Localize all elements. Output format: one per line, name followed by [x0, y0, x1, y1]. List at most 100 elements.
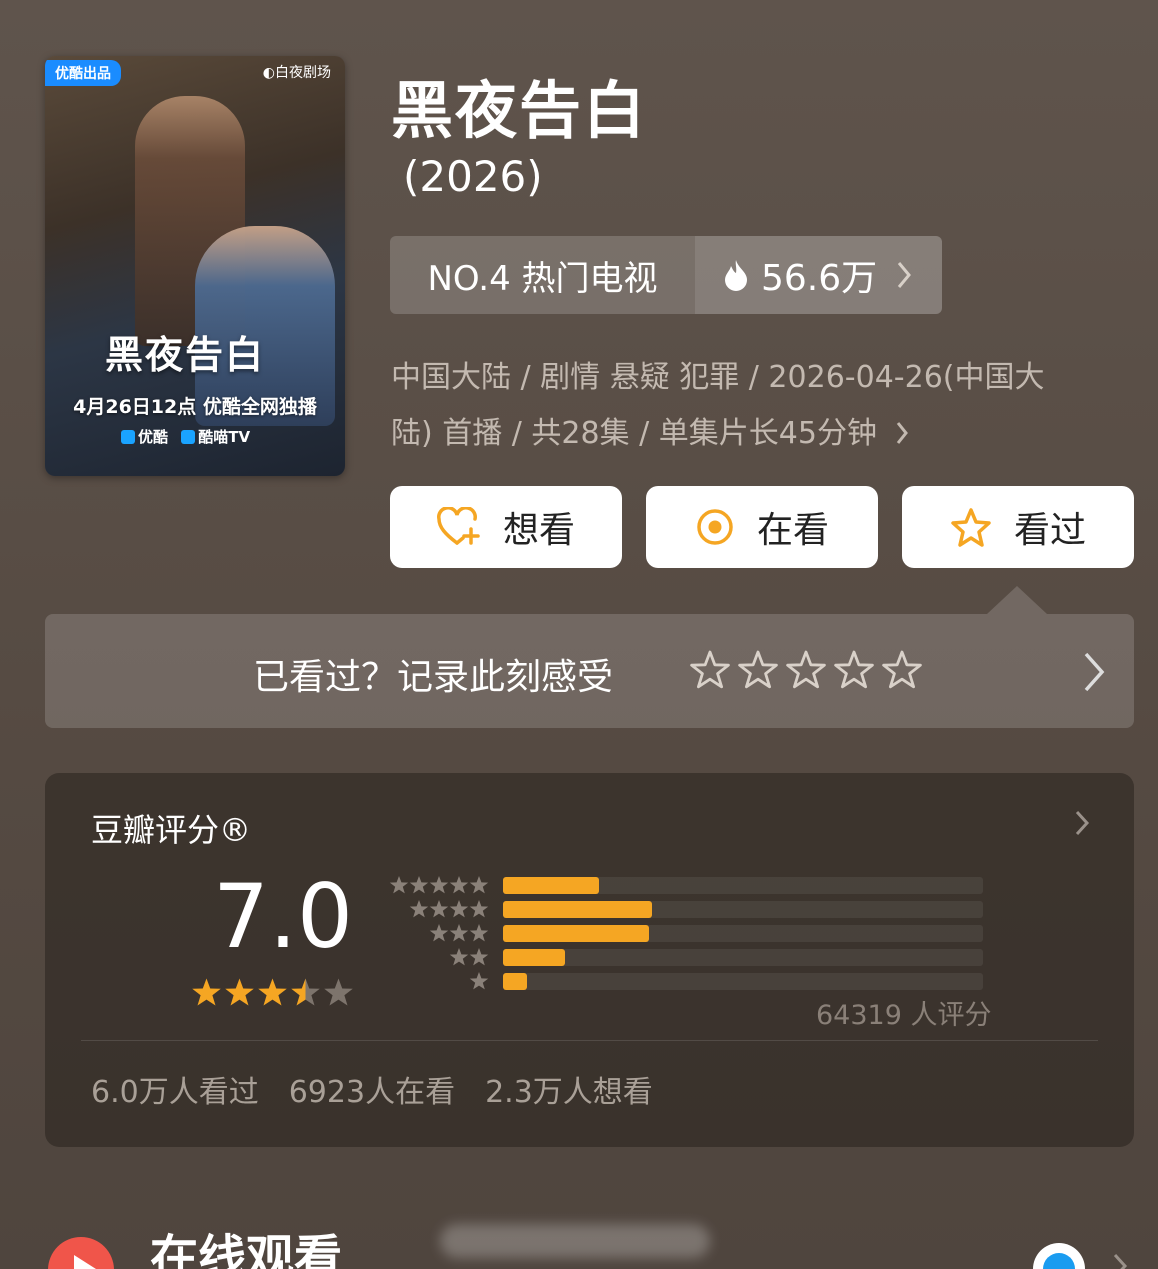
want-button[interactable]: 想看 [390, 486, 622, 568]
chevron-right-icon [896, 422, 908, 444]
rank-label: NO.4 热门电视 [427, 258, 658, 299]
distribution-bar [503, 948, 566, 966]
meta-line-2: 陆) 首播 / 共28集 / 单集片长45分钟 [391, 406, 1121, 462]
distribution-bar [503, 972, 527, 990]
star-outline-icon [882, 650, 922, 689]
want-label: 想看 [502, 510, 575, 551]
watching-count: 6923人在看 [288, 1075, 456, 1110]
rating-stars [191, 977, 354, 1008]
star-icon [324, 978, 353, 1006]
show-year: (2026) [403, 152, 543, 201]
chevron-right-icon [1075, 810, 1090, 836]
star-icon [469, 924, 489, 942]
blurred-watermark [440, 1224, 710, 1258]
poster-badge: 优酷出品 [45, 60, 121, 86]
distribution-bar [503, 876, 599, 894]
watched-count: 6.0万人看过 [91, 1075, 259, 1110]
star-icon [409, 900, 429, 918]
kumiao-icon [181, 430, 196, 444]
star-icon [950, 507, 992, 547]
distribution-track [503, 948, 983, 966]
star-icon [389, 876, 409, 894]
rating-input-stars[interactable] [690, 650, 922, 690]
star-icon [291, 978, 320, 1006]
row-stars [385, 947, 489, 967]
rating-distribution [385, 873, 983, 993]
star-icon [409, 876, 429, 894]
online-watch-section[interactable]: 在线观看 [0, 1210, 1158, 1269]
heat-value: 56.6万 [761, 258, 878, 299]
star-icon [469, 876, 489, 894]
online-title: 在线观看 [150, 1230, 343, 1269]
star-icon [449, 876, 469, 894]
row-stars [385, 923, 489, 943]
distribution-row-2 [385, 945, 983, 969]
meta-line-1: 中国大陆 / 剧情 悬疑 犯罪 / 2026-04-26(中国大 [391, 360, 1045, 395]
target-icon [695, 507, 735, 547]
star-icon [449, 924, 469, 942]
star-icon [258, 978, 287, 1006]
distribution-row-3 [385, 921, 983, 945]
star-icon [429, 876, 449, 894]
chevron-right-icon [1113, 1253, 1128, 1269]
distribution-track [503, 972, 983, 990]
poster-title: 黑夜告白 [105, 332, 266, 377]
row-stars [385, 875, 489, 895]
youku-icon [121, 430, 135, 444]
play-icon [48, 1237, 114, 1269]
distribution-track [503, 876, 983, 894]
star-icon [469, 972, 489, 990]
divider [81, 1040, 1098, 1041]
distribution-track [503, 900, 983, 918]
panel-pointer [987, 586, 1047, 614]
rating-count: 64319 人评分 [816, 1000, 992, 1031]
star-outline-icon [690, 650, 730, 689]
star-icon [469, 900, 489, 918]
watching-label: 在看 [756, 510, 829, 551]
star-icon [449, 900, 469, 918]
poster-platform-kumiao: 酷喵TV [198, 428, 251, 446]
record-feeling-panel[interactable]: 已看过？记录此刻感受 [45, 586, 1134, 728]
star-icon [192, 978, 221, 1006]
flame-icon [725, 260, 747, 291]
poster-premiere: 4月26日12点 优酷全网独播 [73, 396, 317, 418]
distribution-row-1 [385, 969, 983, 993]
star-icon [449, 948, 469, 966]
rating-label: 豆瓣评分® [91, 811, 252, 849]
rank-badge[interactable]: NO.4 热门电视 56.6万 [390, 236, 942, 314]
record-prompt: 已看过？记录此刻感受 [253, 657, 614, 698]
platform-icon[interactable] [1033, 1243, 1085, 1269]
poster-image[interactable]: 优酷出品 ◐白夜剧场 黑夜告白 4月26日12点 优酷全网独播 优酷 酷喵TV [45, 56, 345, 476]
distribution-row-5 [385, 873, 983, 897]
row-stars [385, 899, 489, 919]
poster-studio-logo: ◐白夜剧场 [262, 65, 331, 81]
show-meta[interactable]: 中国大陆 / 剧情 悬疑 犯罪 / 2026-04-26(中国大 陆) 首播 /… [391, 350, 1121, 462]
audience-stats: 6.0万人看过 6923人在看 2.3万人想看 [91, 1067, 653, 1111]
star-icon [429, 900, 449, 918]
distribution-bar [503, 900, 652, 918]
poster-platform-youku: 优酷 [138, 428, 169, 446]
star-icon [469, 948, 489, 966]
watched-button[interactable]: 看过 [902, 486, 1134, 568]
distribution-track [503, 924, 983, 942]
row-stars [385, 971, 489, 991]
distribution-bar [503, 924, 650, 942]
want-count: 2.3万人想看 [485, 1075, 653, 1110]
star-outline-icon [738, 650, 778, 689]
star-icon [225, 978, 254, 1006]
star-outline-icon [834, 650, 874, 689]
douban-rating-card[interactable]: 豆瓣评分® 7.0 64319 人评分 6.0万人看过 6923人在看 2.3万… [45, 773, 1134, 1147]
show-title: 黑夜告白 [391, 74, 648, 147]
watching-button[interactable]: 在看 [646, 486, 878, 568]
star-icon [429, 924, 449, 942]
chevron-right-icon [1084, 652, 1105, 692]
poster-platforms: 优酷 酷喵TV [113, 426, 250, 447]
chevron-right-icon [898, 262, 912, 288]
meta-line-2-text: 陆) 首播 / 共28集 / 单集片长45分钟 [391, 416, 877, 451]
star-outline-icon [786, 650, 826, 689]
rating-score: 7.0 [213, 865, 353, 968]
heart-plus-icon [437, 507, 481, 547]
heat-section[interactable]: 56.6万 [695, 236, 942, 314]
distribution-row-4 [385, 897, 983, 921]
watched-label: 看过 [1013, 510, 1086, 551]
